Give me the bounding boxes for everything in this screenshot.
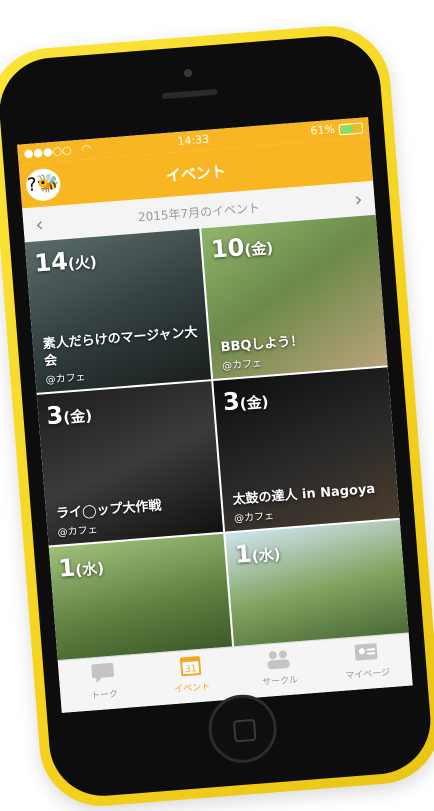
event-title: ライ◯ップ大作戦: [55, 498, 163, 522]
event-tile[interactable]: 14(火) 素人だらけのマージャン大会 @カフェ: [24, 228, 212, 393]
event-venue: @カフェ: [45, 372, 87, 387]
tab-circle[interactable]: サークル: [234, 644, 325, 690]
event-title: 素人だらけのマージャン大会: [42, 325, 199, 370]
event-date: 3(金): [221, 387, 270, 417]
earpiece-speaker: [161, 88, 218, 100]
event-title: 太鼓の達人 in Nagoya: [232, 481, 376, 508]
home-button[interactable]: [206, 692, 280, 766]
battery-icon: [338, 122, 364, 136]
calendar-badge: 31: [185, 664, 197, 675]
tab-label: サークル: [261, 675, 299, 689]
phone-frame: ●●●○○ ◠ 14:33 61% ?🐝 イベント ‹ 2015年7月のイベント…: [0, 21, 434, 811]
event-venue: @カフェ: [233, 510, 275, 525]
event-venue: @カフェ: [57, 524, 99, 539]
tab-label: トーク: [90, 689, 119, 702]
home-square-icon: [232, 718, 257, 743]
tab-label: イベント: [173, 682, 211, 696]
event-venue: @カフェ: [221, 358, 263, 373]
event-date: 1(水): [57, 553, 105, 583]
profile-card-icon: [354, 643, 378, 661]
event-tile[interactable]: 1(水): [48, 533, 233, 662]
event-date: 3(金): [45, 400, 93, 431]
event-grid: 14(火) 素人だらけのマージャン大会 @カフェ 10(金) BBQしよう！ @…: [24, 214, 409, 662]
phone-bezel: ●●●○○ ◠ 14:33 61% ?🐝 イベント ‹ 2015年7月のイベント…: [0, 32, 434, 800]
event-date: 10(金): [209, 233, 274, 264]
event-tile[interactable]: 10(金) BBQしよう！ @カフェ: [201, 214, 388, 380]
event-date: 1(水): [233, 539, 282, 569]
app-screen: ●●●○○ ◠ 14:33 61% ?🐝 イベント ‹ 2015年7月のイベント…: [17, 117, 413, 713]
event-tile[interactable]: 1(水): [225, 519, 409, 648]
tab-talk[interactable]: トーク: [58, 658, 149, 704]
calendar-icon: 31: [179, 656, 202, 677]
event-tile[interactable]: 3(金) ライ◯ップ大作戦 @カフェ: [36, 381, 224, 546]
tab-label: マイページ: [345, 668, 391, 682]
event-tile[interactable]: 3(金) 太鼓の達人 in Nagoya @カフェ: [213, 367, 400, 532]
front-camera: [183, 68, 193, 78]
group-icon: [267, 650, 290, 670]
battery-percent: 61%: [309, 122, 336, 138]
chat-icon: [91, 662, 114, 684]
event-title: BBQしよう！: [220, 333, 304, 356]
event-date: 14(火): [33, 247, 98, 278]
tab-mypage[interactable]: マイページ: [321, 637, 412, 683]
tab-event[interactable]: 31 イベント: [146, 651, 237, 697]
battery-level: [340, 125, 354, 134]
